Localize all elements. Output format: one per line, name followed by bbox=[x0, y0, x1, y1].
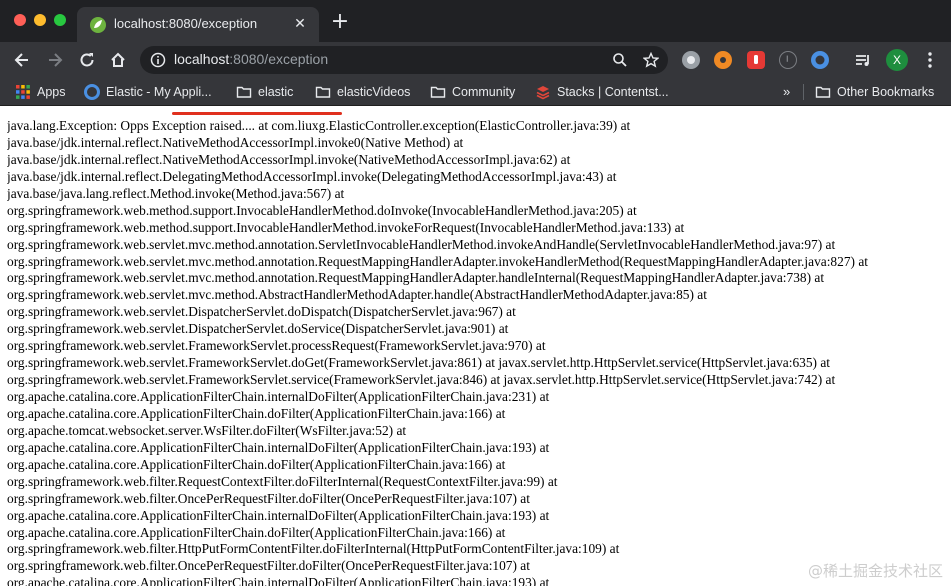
bookmark-apps[interactable]: Apps bbox=[15, 83, 66, 101]
bookmark-other-bookmarks[interactable]: Other Bookmarks bbox=[815, 83, 934, 101]
bookmark-label: Apps bbox=[37, 85, 66, 99]
stacktrace-line: org.springframework.web.filter.OncePerRe… bbox=[7, 558, 530, 574]
extension-blue-ring-icon[interactable] bbox=[811, 51, 829, 69]
url-path: :8080/exception bbox=[229, 51, 329, 67]
bookmark-label: elastic bbox=[258, 85, 294, 99]
spring-leaf-icon bbox=[89, 16, 107, 34]
reload-icon[interactable] bbox=[77, 50, 97, 70]
stacktrace-line: org.springframework.web.servlet.mvc.meth… bbox=[7, 236, 836, 252]
zoom-search-icon[interactable] bbox=[612, 52, 628, 68]
profile-avatar[interactable]: X bbox=[886, 49, 908, 71]
bookmark-star-icon[interactable] bbox=[642, 51, 660, 68]
extension-stop-hand-icon[interactable] bbox=[747, 51, 765, 69]
active-tab[interactable]: localhost:8080/exception ✕ bbox=[77, 7, 319, 42]
stacktrace-line: java.base/java.lang.reflect.Method.invok… bbox=[7, 185, 345, 201]
stacktrace-line: org.apache.catalina.core.ApplicationFilt… bbox=[7, 405, 506, 421]
home-icon[interactable] bbox=[108, 50, 128, 70]
bookmark-label: elasticVideos bbox=[337, 85, 411, 99]
stacktrace-line: org.springframework.web.servlet.Dispatch… bbox=[7, 304, 516, 320]
stacktrace-line: org.springframework.web.servlet.Framewor… bbox=[7, 372, 836, 388]
bookmark-folder-elasticvideos[interactable]: elasticVideos bbox=[315, 83, 410, 101]
stacktrace-line: org.springframework.web.filter.OncePerRe… bbox=[7, 490, 530, 506]
extension-orange-icon[interactable] bbox=[714, 51, 732, 69]
bookmark-label: Other Bookmarks bbox=[837, 85, 935, 99]
tab-title: localhost:8080/exception bbox=[114, 16, 258, 31]
url-text[interactable]: localhost:8080/exception bbox=[174, 51, 328, 67]
stacktrace-line: org.springframework.web.servlet.Framewor… bbox=[7, 355, 831, 371]
tab-strip: localhost:8080/exception ✕ + bbox=[0, 0, 951, 42]
bookmark-folder-elastic[interactable]: elastic bbox=[236, 83, 293, 101]
contentstack-icon bbox=[536, 86, 550, 100]
stacktrace-line: org.springframework.web.filter.HttpPutFo… bbox=[7, 541, 620, 557]
close-window-button[interactable] bbox=[14, 14, 26, 26]
stacktrace-line: org.springframework.web.servlet.Dispatch… bbox=[7, 321, 509, 337]
stacktrace-line: org.apache.catalina.core.ApplicationFilt… bbox=[7, 439, 550, 455]
stacktrace-line: org.springframework.web.method.support.I… bbox=[7, 219, 685, 235]
browser-toolbar: localhost:8080/exception X bbox=[0, 42, 951, 115]
folder-icon bbox=[236, 86, 252, 98]
close-tab-icon[interactable]: ✕ bbox=[291, 15, 309, 33]
minimize-window-button[interactable] bbox=[34, 14, 46, 26]
address-bar[interactable]: localhost:8080/exception bbox=[140, 46, 668, 74]
extension-info-disabled-icon[interactable] bbox=[779, 51, 797, 69]
bookmark-stacks-contentstack[interactable]: Stacks | Contentst... bbox=[535, 83, 669, 101]
bookmark-folder-community[interactable]: Community bbox=[430, 83, 515, 101]
folder-icon bbox=[430, 86, 446, 98]
bookmarks-bar: Apps Elastic - My Appli... elastic elast… bbox=[0, 78, 951, 106]
stacktrace-line: java.base/jdk.internal.reflect.NativeMet… bbox=[7, 151, 571, 167]
folder-icon bbox=[315, 86, 331, 98]
back-arrow-icon[interactable] bbox=[12, 50, 32, 70]
url-underline-annotation bbox=[172, 112, 342, 115]
stacktrace-line: org.apache.catalina.core.ApplicationFilt… bbox=[7, 389, 550, 404]
stacktrace-line: org.springframework.web.filter.RequestCo… bbox=[7, 473, 558, 489]
watermark-text: @稀土掘金技术社区 bbox=[807, 560, 943, 581]
stacktrace-line: java.base/jdk.internal.reflect.NativeMet… bbox=[7, 134, 464, 150]
exception-stacktrace: java.lang.Exception: Opps Exception rais… bbox=[7, 118, 947, 586]
elastic-icon bbox=[84, 84, 100, 100]
stacktrace-line: org.apache.catalina.core.ApplicationFilt… bbox=[7, 456, 506, 472]
stacktrace-line: org.apache.catalina.core.ApplicationFilt… bbox=[7, 507, 550, 523]
apps-grid-icon bbox=[16, 85, 30, 99]
stacktrace-line: org.springframework.web.method.support.I… bbox=[7, 202, 637, 218]
bookmark-label: Stacks | Contentst... bbox=[557, 85, 669, 99]
bookmark-label: Community bbox=[452, 85, 516, 99]
extension-gray-circle-icon[interactable] bbox=[682, 51, 700, 69]
bookmarks-divider bbox=[803, 84, 804, 100]
stacktrace-line: org.apache.tomcat.websocket.server.WsFil… bbox=[7, 422, 407, 438]
stacktrace-line: org.apache.catalina.core.ApplicationFilt… bbox=[7, 575, 550, 586]
bookmark-elastic-my-apps[interactable]: Elastic - My Appli... bbox=[84, 83, 212, 101]
bookmark-label: Elastic - My Appli... bbox=[106, 85, 212, 99]
fullscreen-window-button[interactable] bbox=[54, 14, 66, 26]
stacktrace-line: org.springframework.web.servlet.mvc.meth… bbox=[7, 253, 868, 269]
forward-arrow-icon[interactable] bbox=[45, 50, 65, 70]
new-tab-button[interactable]: + bbox=[330, 11, 350, 33]
stacktrace-line: java.lang.Exception: Opps Exception rais… bbox=[7, 118, 631, 133]
url-host: localhost bbox=[174, 51, 230, 67]
media-playlist-icon[interactable] bbox=[854, 51, 872, 69]
bookmarks-overflow-chevron[interactable]: » bbox=[783, 84, 790, 99]
stacktrace-line: org.springframework.web.servlet.mvc.meth… bbox=[7, 287, 707, 303]
folder-icon bbox=[815, 86, 831, 98]
more-menu-icon[interactable] bbox=[922, 51, 938, 69]
site-info-icon[interactable] bbox=[150, 52, 166, 68]
stacktrace-line: java.base/jdk.internal.reflect.Delegatin… bbox=[7, 168, 617, 184]
stacktrace-line: org.springframework.web.servlet.mvc.meth… bbox=[7, 270, 825, 286]
stacktrace-line: org.springframework.web.servlet.Framewor… bbox=[7, 338, 546, 354]
stacktrace-line: org.apache.catalina.core.ApplicationFilt… bbox=[7, 524, 506, 540]
